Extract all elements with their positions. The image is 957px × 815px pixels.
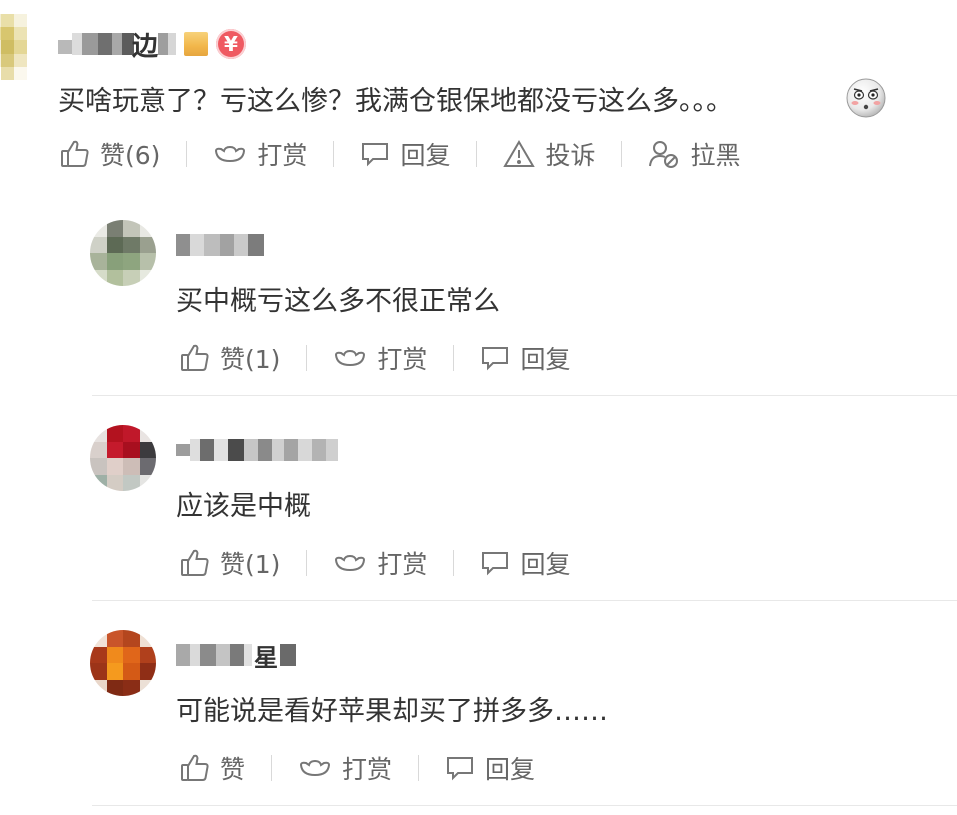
block-user-icon xyxy=(649,141,679,168)
like-button[interactable]: 赞(1) xyxy=(180,340,280,376)
tip-button[interactable]: 打赏 xyxy=(213,136,307,172)
reply-label: 回复 xyxy=(520,550,571,579)
divider xyxy=(476,141,478,167)
reply-actions: 赞 打赏 回复 xyxy=(180,750,535,786)
divider xyxy=(453,345,455,371)
thumbs-up-icon xyxy=(61,140,89,167)
divider xyxy=(186,141,188,167)
username-blurred[interactable] xyxy=(176,230,264,260)
thumbs-up-icon xyxy=(181,754,209,781)
divider xyxy=(306,550,308,576)
reply-button[interactable]: 回复 xyxy=(445,750,535,786)
divider xyxy=(92,805,957,806)
reply-actions: 赞(1) 打赏 回复 xyxy=(180,545,570,581)
money-badge-icon: ¥ xyxy=(216,29,247,59)
divider xyxy=(306,345,308,371)
comment-icon xyxy=(482,347,509,371)
tip-label: 打赏 xyxy=(342,755,393,784)
divider xyxy=(92,395,957,396)
ingot-icon xyxy=(335,349,366,367)
username-blurred[interactable] xyxy=(176,435,338,465)
comment-actions: 赞(6) 打赏 回复 投诉 拉黑 xyxy=(60,136,740,172)
avatar[interactable] xyxy=(90,630,156,696)
tip-label: 打赏 xyxy=(377,345,428,374)
reply-button[interactable]: 回复 xyxy=(360,136,450,172)
reply-button[interactable]: 回复 xyxy=(480,340,570,376)
like-count: 赞(1) xyxy=(220,550,281,579)
ingot-icon xyxy=(335,554,366,572)
reply-label: 回复 xyxy=(400,141,451,170)
thumbs-up-icon xyxy=(181,344,209,371)
divider xyxy=(333,141,335,167)
like-button[interactable]: 赞(6) xyxy=(60,136,160,172)
username-blurred-tail xyxy=(158,30,177,58)
thumbs-up-icon xyxy=(181,549,209,576)
reply-actions: 赞(1) 打赏 回复 xyxy=(180,340,570,376)
comment-text: 买啥玩意了？亏这么惨？我满仓银保地都没亏这么多。。。 xyxy=(58,86,733,117)
reply-label: 回复 xyxy=(520,345,571,374)
block-button[interactable]: 拉黑 xyxy=(648,136,740,172)
comment-icon xyxy=(362,143,389,167)
like-count: 赞(1) xyxy=(220,345,281,374)
avatar[interactable] xyxy=(0,14,40,80)
reply-text: 应该是中概 xyxy=(176,491,311,522)
like-button[interactable]: 赞 xyxy=(180,750,245,786)
username-text: 星 xyxy=(254,643,278,672)
comment-icon xyxy=(482,552,509,576)
tip-label: 打赏 xyxy=(377,550,428,579)
divider xyxy=(621,141,623,167)
like-count: 赞 xyxy=(220,755,246,784)
reply-button[interactable]: 回复 xyxy=(480,545,570,581)
username-text: 边 xyxy=(132,31,159,62)
username-blurred xyxy=(58,30,134,58)
username[interactable]: 边 ¥ xyxy=(58,28,247,62)
comment-icon xyxy=(447,757,474,781)
avatar[interactable] xyxy=(90,425,156,491)
reply-text: 买中概亏这么多不很正常么 xyxy=(176,286,500,317)
reply-text: 可能说是看好苹果却买了拼多多…… xyxy=(176,696,608,727)
username[interactable]: 星 xyxy=(176,640,296,672)
report-label: 投诉 xyxy=(545,141,596,170)
reply-label: 回复 xyxy=(485,755,536,784)
block-label: 拉黑 xyxy=(690,141,741,170)
divider xyxy=(453,550,455,576)
avatar[interactable] xyxy=(90,220,156,286)
tip-label: 打赏 xyxy=(257,141,308,170)
divider xyxy=(271,755,273,781)
vip-badge xyxy=(184,32,209,56)
ingot-icon xyxy=(215,145,246,163)
divider xyxy=(418,755,420,781)
like-count: 赞(6) xyxy=(100,141,161,170)
tip-button[interactable]: 打赏 xyxy=(298,750,392,786)
report-button[interactable]: 投诉 xyxy=(503,136,595,172)
tip-button[interactable]: 打赏 xyxy=(333,545,427,581)
divider xyxy=(92,600,957,601)
shocked-face-icon xyxy=(846,78,886,118)
warning-icon xyxy=(503,140,536,167)
like-button[interactable]: 赞(1) xyxy=(180,545,280,581)
ingot-icon xyxy=(300,759,331,777)
tip-button[interactable]: 打赏 xyxy=(333,340,427,376)
